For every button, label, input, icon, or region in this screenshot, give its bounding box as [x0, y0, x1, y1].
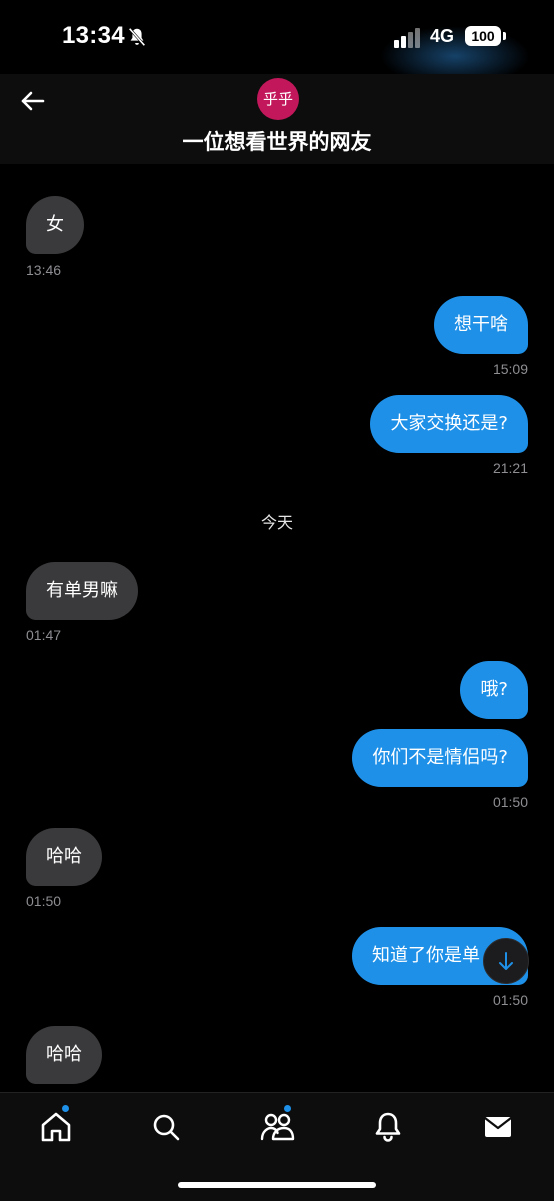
- date-separator: 今天: [260, 513, 293, 532]
- message-bubble-outgoing[interactable]: 哦?: [460, 661, 528, 719]
- message-bubble-incoming[interactable]: 哈哈: [26, 828, 102, 886]
- message-timestamp: 01:50: [492, 794, 528, 810]
- status-bar: 13:34 4G 100: [0, 0, 554, 86]
- message-bubble-outgoing[interactable]: 想干啥: [434, 296, 528, 354]
- messages-icon[interactable]: [478, 1107, 518, 1147]
- search-icon[interactable]: [146, 1107, 186, 1147]
- network-type: 4G: [430, 26, 455, 46]
- contact-avatar[interactable]: 乎乎: [257, 78, 299, 120]
- message-timestamp: 01:47: [26, 627, 62, 643]
- bell-off-icon: [128, 27, 146, 47]
- message-bubble-incoming[interactable]: 哈哈: [26, 1026, 102, 1084]
- battery-icon: 100: [465, 26, 501, 46]
- home-indicator: [178, 1182, 376, 1188]
- battery-tip: [503, 32, 506, 40]
- chat-header: 乎乎 一位想看世界的网友: [0, 74, 554, 164]
- back-arrow-icon[interactable]: [18, 86, 48, 116]
- message-bubble-incoming[interactable]: 有单男嘛: [26, 562, 138, 620]
- arrow-down-icon: [499, 952, 513, 970]
- signal-icon: [394, 28, 420, 48]
- message-timestamp: 21:21: [492, 460, 528, 476]
- message-bubble-outgoing[interactable]: 你们不是情侣吗?: [352, 729, 528, 787]
- message-timestamp: 13:46: [26, 262, 62, 278]
- contact-name[interactable]: 一位想看世界的网友: [0, 126, 554, 156]
- notifications-icon[interactable]: [368, 1107, 408, 1147]
- home-badge: [62, 1105, 69, 1112]
- message-timestamp: 01:50: [492, 992, 528, 1008]
- message-timestamp: 15:09: [492, 361, 528, 377]
- status-time: 13:34: [62, 22, 125, 49]
- message-bubble-outgoing[interactable]: 大家交换还是?: [370, 395, 528, 453]
- scroll-to-bottom-button[interactable]: [483, 938, 529, 984]
- community-badge: [284, 1105, 291, 1112]
- community-icon[interactable]: [257, 1107, 297, 1147]
- message-timestamp: 01:50: [26, 893, 62, 909]
- home-icon[interactable]: [36, 1107, 76, 1147]
- message-bubble-incoming[interactable]: 女: [26, 196, 84, 254]
